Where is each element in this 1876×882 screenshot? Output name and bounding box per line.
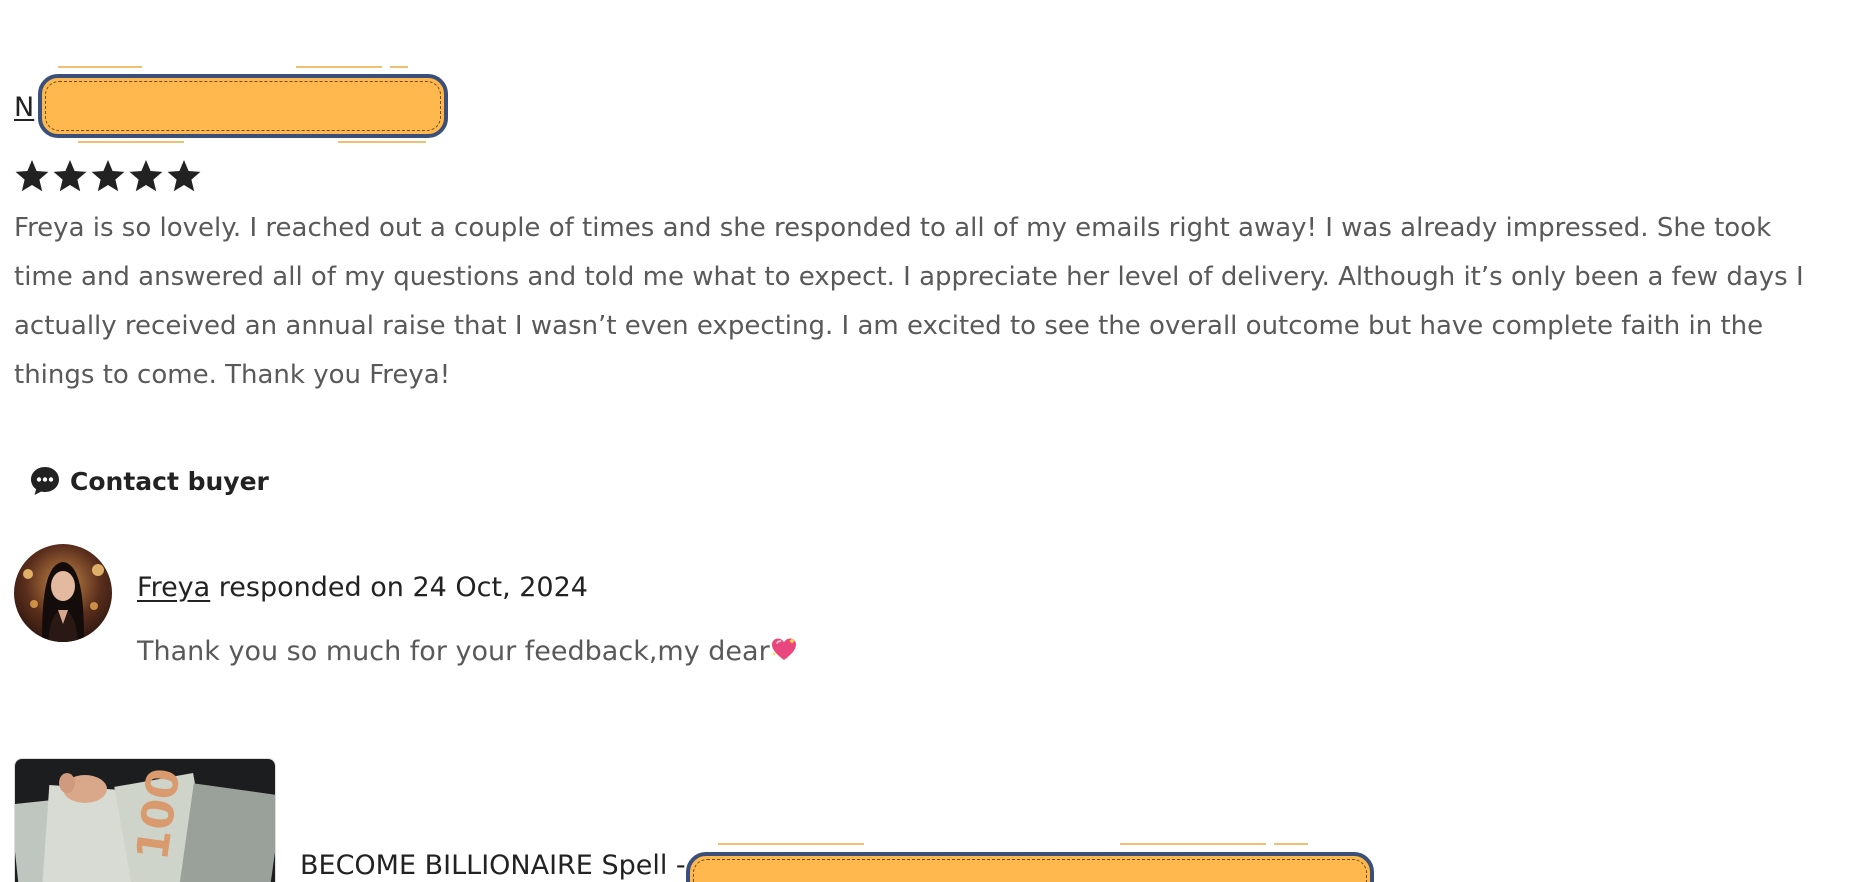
sparkling-heart-icon [770, 635, 798, 663]
response-header: Freya responded on 24 Oct, 2024 [137, 568, 588, 608]
review-page: N Freya is so lovely. I reached out a co… [0, 0, 1876, 882]
redaction-mark [296, 66, 382, 68]
response-date-text: responded on 24 Oct, 2024 [210, 572, 588, 603]
contact-buyer-button[interactable]: Contact buyer [28, 461, 269, 501]
redaction-mark [338, 141, 426, 143]
review-text-line: actually received an annual raise that I… [14, 311, 1764, 341]
review-text-line: time and answered all of my questions an… [14, 262, 1804, 292]
star-icon [52, 158, 88, 194]
star-icon [90, 158, 126, 194]
redaction-mark [718, 843, 864, 845]
review-text: Freya is so lovely. I reached out a coup… [14, 204, 1876, 400]
redacted-listing-title [686, 852, 1374, 882]
star-icon [128, 158, 164, 194]
response-message: Thank you so much for your feedback,my d… [137, 632, 798, 672]
redaction-mark [1120, 843, 1266, 845]
seller-avatar [14, 544, 112, 642]
redacted-reviewer-name [38, 74, 448, 138]
star-icon [14, 158, 50, 194]
chat-bubble-icon [28, 464, 62, 498]
star-icon [166, 158, 202, 194]
review-text-line: things to come. Thank you Freya! [14, 360, 451, 390]
seller-name-link[interactable]: Freya [137, 572, 210, 603]
response-message-text: Thank you so much for your feedback,my d… [137, 636, 770, 667]
review-text-line: Freya is so lovely. I reached out a coup… [14, 213, 1772, 243]
redaction-mark [390, 66, 408, 68]
listing-thumbnail[interactable]: 100 [14, 758, 276, 882]
star-rating [14, 158, 202, 194]
listing-title[interactable]: BECOME BILLIONAIRE Spell - [300, 846, 686, 882]
reviewer-row: N [14, 88, 34, 128]
redaction-mark [58, 66, 142, 68]
redaction-mark [1274, 843, 1308, 845]
reviewer-name-link[interactable]: N [14, 92, 34, 123]
contact-buyer-label: Contact buyer [70, 466, 269, 496]
redaction-mark [78, 141, 184, 143]
